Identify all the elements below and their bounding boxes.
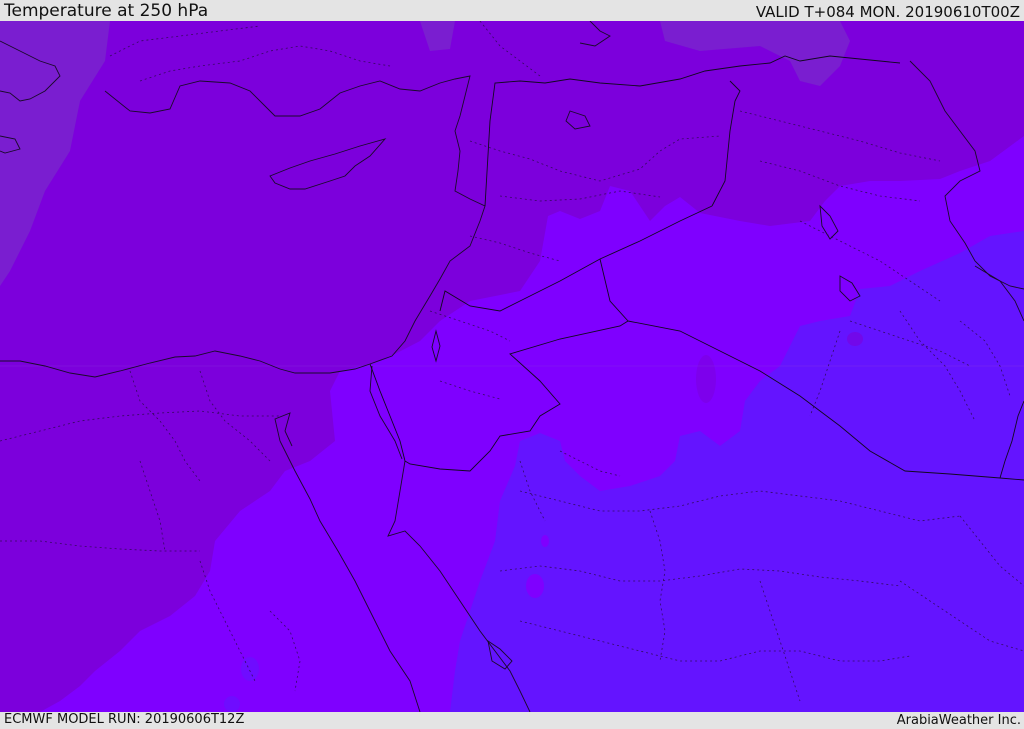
credit-label: ArabiaWeather Inc. [896, 713, 1021, 728]
cool-patch-1 [241, 657, 259, 681]
warm-patch-3 [541, 535, 549, 547]
warm-patch-2 [526, 574, 544, 598]
weather-map[interactable] [0, 21, 1024, 712]
warm-patch-1 [696, 355, 716, 403]
footer-bar: ECMWF MODEL RUN: 20190606T12Z ArabiaWeat… [0, 712, 1024, 729]
mid-patch-1 [847, 332, 863, 346]
cool-patch-2 [224, 696, 240, 712]
chart-title: Temperature at 250 hPa [4, 1, 209, 21]
valid-time-label: VALID T+084 MON. 20190610T00Z [755, 3, 1020, 21]
model-run-label: ECMWF MODEL RUN: 20190606T12Z [4, 712, 245, 727]
header-bar: Temperature at 250 hPa VALID T+084 MON. … [0, 0, 1024, 21]
temperature-map-canvas [0, 21, 1024, 712]
